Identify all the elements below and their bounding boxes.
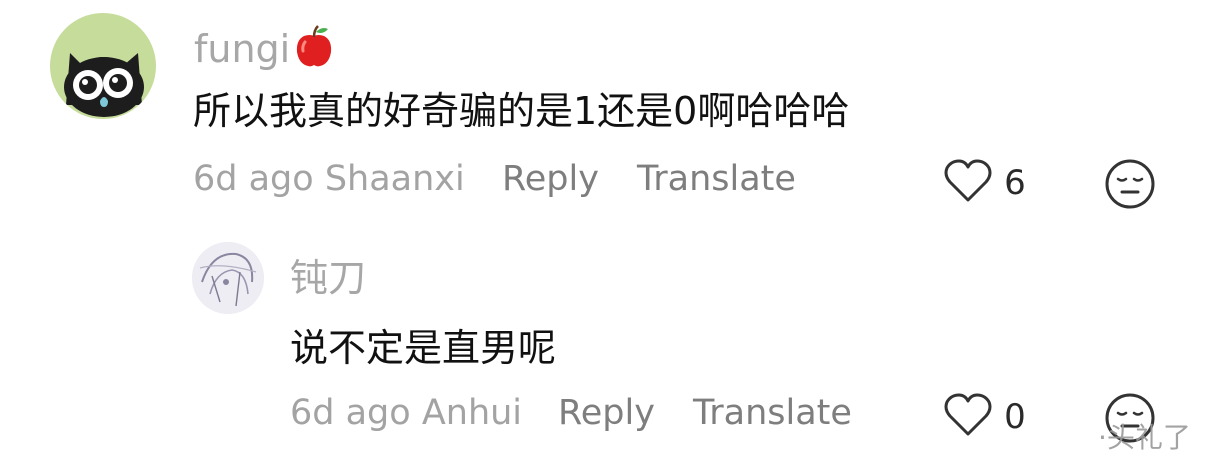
avatar-blunt-knife[interactable] — [192, 242, 264, 314]
comment-text: 说不定是直男呢 — [290, 326, 557, 370]
reply-button[interactable]: Reply — [502, 162, 599, 197]
meh-face-icon — [1104, 158, 1156, 214]
reply-button[interactable]: Reply — [558, 396, 655, 431]
heart-outline-icon — [943, 158, 993, 208]
comment-meta: 6d ago Shaanxi — [193, 159, 465, 199]
translate-button[interactable]: Translate — [637, 162, 796, 197]
apple-icon — [292, 24, 336, 72]
dislike-button[interactable] — [1104, 158, 1156, 214]
username-row: fungi — [194, 24, 336, 68]
like-count: 6 — [1004, 163, 1026, 203]
username[interactable]: fungi — [194, 27, 290, 71]
like-button[interactable]: 0 — [943, 392, 1026, 442]
username[interactable]: 钝刀 — [290, 259, 366, 297]
avatar-fungi[interactable] — [50, 13, 156, 119]
comment-text: 所以我真的好奇骗的是1还是0啊哈哈哈 — [193, 89, 850, 133]
watermark: ·头礼了 — [1098, 421, 1191, 454]
like-button[interactable]: 6 — [943, 158, 1026, 208]
like-count: 0 — [1004, 397, 1026, 437]
translate-button[interactable]: Translate — [693, 396, 852, 431]
comment-meta: 6d ago Anhui — [290, 393, 523, 433]
heart-outline-icon — [943, 392, 993, 442]
